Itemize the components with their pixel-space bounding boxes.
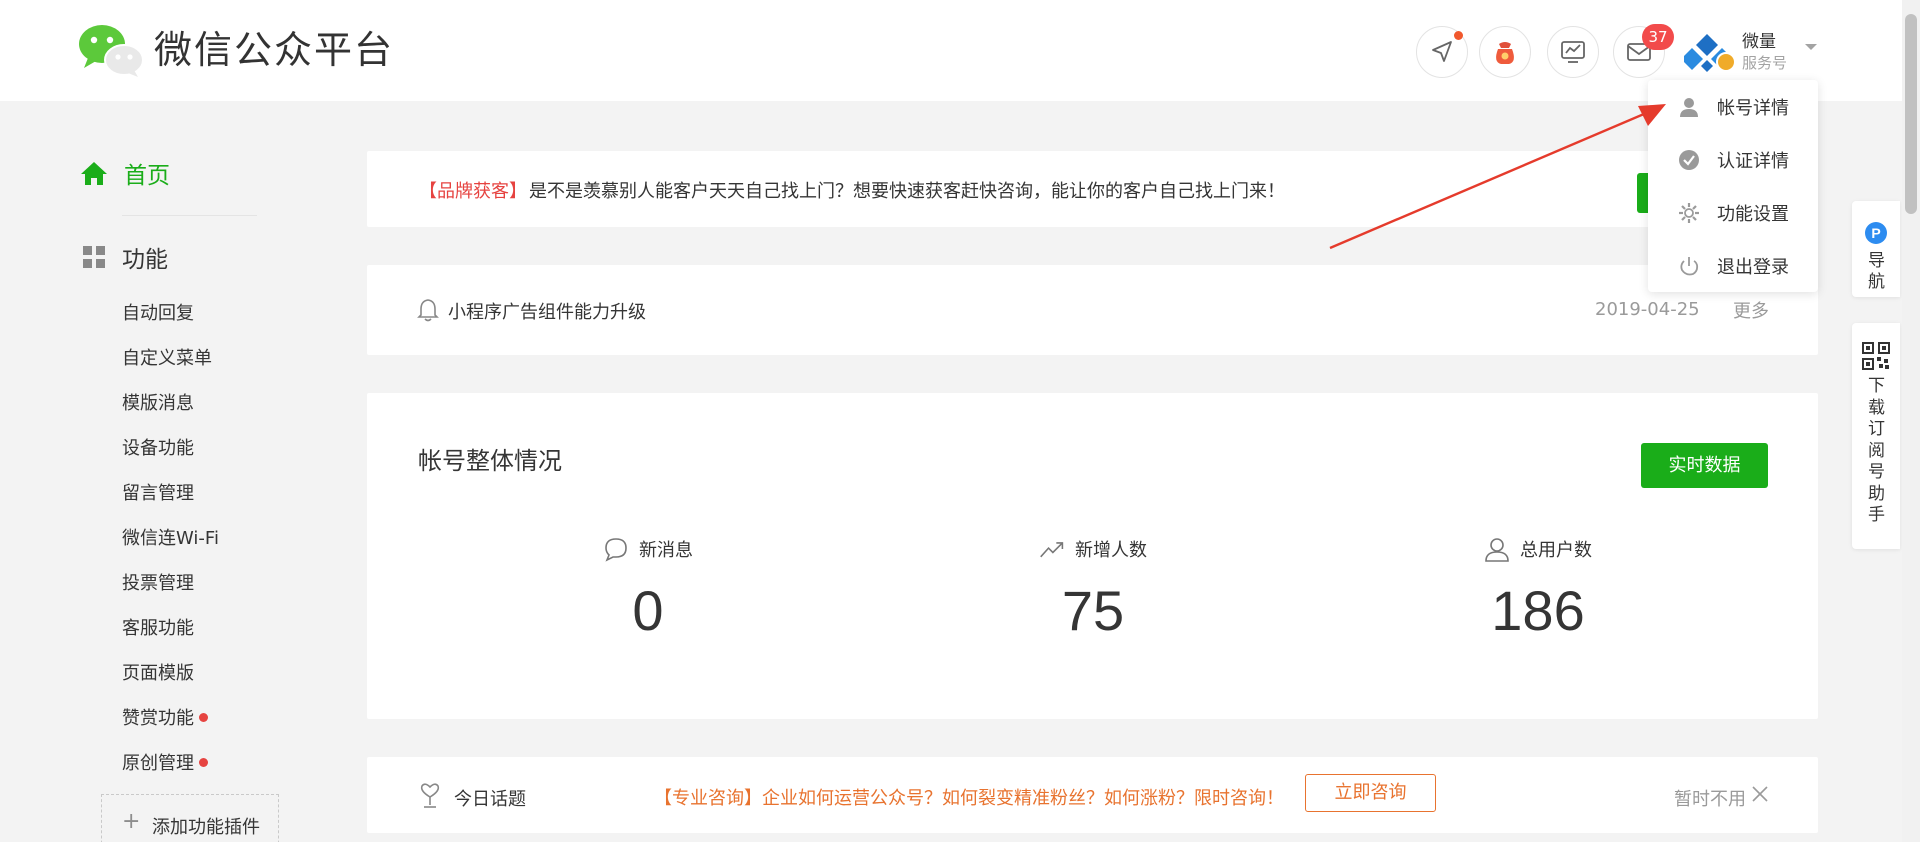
stat-value: 75 — [1061, 579, 1125, 642]
home-icon — [81, 162, 107, 185]
brand-logo[interactable]: 微信公众平台 — [78, 22, 394, 78]
add-plugin-button[interactable]: + 添加功能插件 — [101, 794, 279, 842]
trophy-heart-icon — [420, 783, 440, 808]
page-scrollbar[interactable] — [1902, 0, 1920, 842]
qr-code-icon — [1862, 342, 1890, 370]
messages-button[interactable]: 37 — [1613, 24, 1674, 78]
dismiss-topic-link[interactable]: 暂时不用 — [1674, 785, 1746, 811]
account-type: 服务号 — [1742, 54, 1788, 72]
stat-label: 总用户数 — [1520, 540, 1592, 561]
red-pouch-icon — [1496, 42, 1514, 64]
stat-new-followers[interactable]: 新增人数 75 — [943, 536, 1243, 666]
menu-item-label: 帐号详情 — [1717, 98, 1789, 119]
grid-icon — [83, 246, 105, 268]
stat-total-users[interactable]: 总用户数 186 — [1388, 536, 1688, 666]
new-feature-dot — [199, 758, 208, 767]
sidebar-functions-label: 功能 — [122, 247, 168, 273]
sidebar-item-original[interactable]: 原创管理 — [122, 749, 208, 775]
location-button[interactable] — [1416, 26, 1468, 78]
verified-badge-icon — [1716, 52, 1736, 72]
today-topic-card: 今日话题 【专业咨询】企业如何运营公众号？如何裂变精准粉丝？如何涨粉？限时咨询！… — [367, 757, 1818, 833]
top-header: 微信公众平台 37 微量 服务号 — [0, 0, 1902, 101]
notice-more-link[interactable]: 更多 — [1733, 297, 1769, 323]
sidebar-item-voting[interactable]: 投票管理 — [122, 569, 194, 595]
location-unread-dot — [1454, 31, 1463, 40]
trend-up-icon — [1040, 542, 1064, 558]
sidebar-functions-header: 功能 — [82, 240, 168, 274]
plus-icon: + — [122, 809, 141, 834]
overview-title: 帐号整体情况 — [418, 447, 562, 475]
sidebar-item-wifi[interactable]: 微信连Wi-Fi — [122, 524, 219, 550]
scrollbar-thumb[interactable] — [1905, 14, 1917, 214]
topic-promo-text[interactable]: 【专业咨询】企业如何运营公众号？如何裂变精准粉丝？如何涨粉？限时咨询！ — [654, 784, 1284, 810]
floating-nav-label: 导航 — [1868, 251, 1885, 292]
sidebar-home-label: 首页 — [124, 163, 170, 189]
sidebar-divider — [122, 215, 257, 216]
sidebar-item-reward[interactable]: 赞赏功能 — [122, 704, 208, 730]
stat-value: 0 — [632, 579, 664, 642]
stat-label: 新增人数 — [1075, 540, 1147, 561]
nav-badge-icon: P — [1865, 222, 1887, 244]
sidebar-item-device[interactable]: 设备功能 — [122, 434, 194, 460]
chart-monitor-icon — [1561, 41, 1585, 63]
navigation-arrow-icon — [1432, 41, 1452, 62]
annotation-arrow — [1329, 104, 1666, 250]
realtime-data-button[interactable]: 实时数据 — [1641, 443, 1768, 488]
gift-bag-button[interactable] — [1479, 26, 1531, 78]
stat-new-messages[interactable]: 新消息 0 — [498, 536, 798, 666]
wechat-logo-icon — [79, 25, 144, 77]
topic-label: 今日话题 — [454, 789, 526, 810]
caret-down-icon — [1805, 44, 1817, 50]
bell-icon — [417, 299, 439, 322]
chat-bubble-icon — [605, 538, 627, 562]
account-switcher[interactable]: 微量 服务号 — [1678, 24, 1818, 76]
sidebar-item-comments[interactable]: 留言管理 — [122, 479, 194, 505]
sidebar-item-page-template[interactable]: 页面模版 — [122, 659, 194, 685]
notice-date: 2019-04-25 — [1595, 299, 1700, 320]
consult-now-button[interactable]: 立即咨询 — [1305, 774, 1436, 812]
banner-message[interactable]: 是不是羡慕别人能客户天天自己找上门？想要快速获客赶快咨询，能让你的客户自己找上门… — [529, 177, 1285, 203]
close-icon[interactable] — [1750, 784, 1770, 804]
floating-download-assistant[interactable]: 下载订阅号助手 — [1852, 323, 1900, 549]
analytics-button[interactable] — [1547, 26, 1599, 78]
notice-title[interactable]: 小程序广告组件能力升级 — [448, 298, 646, 324]
user-outline-icon — [1485, 538, 1509, 562]
stat-value: 186 — [1491, 579, 1585, 642]
sidebar-item-auto-reply[interactable]: 自动回复 — [122, 299, 194, 325]
menu-item-label: 认证详情 — [1717, 151, 1789, 172]
stat-label: 新消息 — [639, 540, 693, 561]
notice-card: 小程序广告组件能力升级 2019-04-25 更多 — [367, 265, 1818, 355]
sidebar-home[interactable]: 首页 — [80, 156, 170, 190]
sidebar-item-custom-menu[interactable]: 自定义菜单 — [122, 344, 212, 370]
banner-tag: 【品牌获客】 — [419, 181, 527, 202]
add-plugin-label: 添加功能插件 — [152, 817, 260, 838]
menu-item-label: 退出登录 — [1717, 257, 1789, 278]
account-name: 微量 — [1742, 32, 1776, 52]
menu-item-label: 功能设置 — [1717, 204, 1789, 225]
account-overview-card: 帐号整体情况 实时数据 新消息 0 新增人数 75 总用户数 186 — [367, 393, 1818, 719]
sidebar-item-template-message[interactable]: 模版消息 — [122, 389, 194, 415]
brand-title: 微信公众平台 — [154, 28, 395, 72]
floating-navigation[interactable]: P 导航 — [1852, 201, 1900, 297]
new-feature-dot — [199, 713, 208, 722]
floating-download-label: 下载订阅号助手 — [1868, 376, 1885, 525]
sidebar-item-customer-service[interactable]: 客服功能 — [122, 614, 194, 640]
power-icon — [1680, 257, 1699, 276]
message-count-badge: 37 — [1642, 24, 1674, 50]
